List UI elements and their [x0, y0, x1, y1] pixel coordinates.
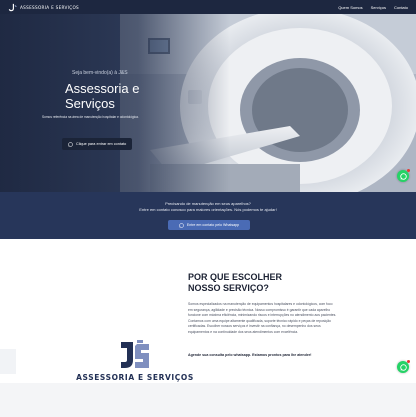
notification-dot	[407, 360, 410, 363]
why-paragraph: Somos especializados na manutenção de eq…	[188, 302, 337, 334]
brand-logo[interactable]: ASSESSORIA E SERVIÇOS	[8, 3, 79, 12]
hero-section: Seja bem-vindo(a) à J&S Assessoria e Ser…	[0, 14, 416, 192]
hero-subtitle: Somos referência na área de manutenção h…	[42, 115, 139, 119]
side-panel-tab	[0, 349, 16, 374]
hero-contact-button[interactable]: Clique para entrar em contato	[62, 138, 133, 150]
hero-welcome: Seja bem-vindo(a) à J&S	[72, 70, 128, 76]
floating-whatsapp-button[interactable]	[397, 169, 410, 182]
contact-band: Precisando de manutenção em seus aparelh…	[0, 192, 416, 239]
whatsapp-icon	[399, 172, 407, 180]
whatsapp-contact-button[interactable]: Entre em contato pelo Whatsapp	[168, 220, 250, 230]
js-logo-icon	[8, 3, 17, 11]
hero-title-line2: Serviços	[65, 96, 115, 111]
nav-links: Quem Somos Serviços Contato	[338, 5, 408, 10]
band-question: Precisando de manutenção em seus aparelh…	[165, 201, 251, 206]
company-logo: ASSESSORIA E SERVIÇOS	[70, 288, 200, 382]
js-emblem-icon	[121, 340, 149, 368]
notification-dot	[407, 169, 410, 172]
top-navbar: ASSESSORIA E SERVIÇOS Quem Somos Serviço…	[0, 0, 416, 14]
hero-title: Assessoria e Serviços	[65, 81, 190, 111]
band-text: Entre em contato conosco para maiores or…	[139, 207, 277, 212]
whatsapp-icon	[68, 141, 73, 147]
hero-content: Seja bem-vindo(a) à J&S Assessoria e Ser…	[40, 70, 190, 119]
hero-title-line1: Assessoria e	[65, 81, 140, 96]
whatsapp-contact-button-label: Entre em contato pelo Whatsapp	[186, 223, 240, 227]
why-cta-text: Agende sua consulta pelo whatsapp. Estam…	[188, 353, 312, 357]
why-title-line2: NOSSO SERVIÇO?	[188, 282, 269, 293]
hero-contact-button-label: Clique para entrar em contato	[76, 142, 127, 146]
floating-whatsapp-button[interactable]	[397, 360, 410, 373]
brand-name: ASSESSORIA E SERVIÇOS	[20, 4, 80, 10]
whatsapp-icon	[399, 363, 407, 371]
footer-area	[0, 383, 416, 417]
why-choose-section: ASSESSORIA E SERVIÇOS POR QUE ESCOLHER N…	[0, 239, 416, 383]
company-logo-text: ASSESSORIA E SERVIÇOS	[76, 373, 194, 382]
nav-link-quem-somos[interactable]: Quem Somos	[338, 5, 362, 10]
why-title-line1: POR QUE ESCOLHER	[188, 272, 283, 282]
nav-link-contato[interactable]: Contato	[394, 5, 408, 10]
why-title: POR QUE ESCOLHER NOSSO SERVIÇO?	[188, 272, 328, 293]
whatsapp-icon	[179, 222, 184, 228]
nav-link-servicos[interactable]: Serviços	[371, 5, 386, 10]
